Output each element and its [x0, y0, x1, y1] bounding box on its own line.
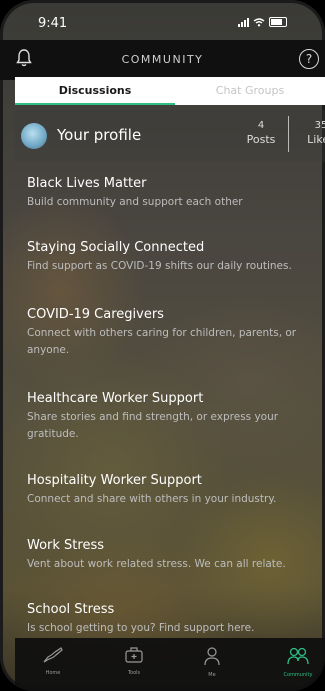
discussion-item-staying-socially-connected[interactable]: Staying Socially Connected Find support …	[27, 240, 317, 275]
nav-home-label: Home	[45, 670, 61, 676]
likes-stat: 35 Likes	[301, 120, 325, 146]
nav-me[interactable]: Me	[182, 646, 242, 678]
top-bar: COMMUNITY ?	[0, 40, 325, 80]
discussion-item-school-stress[interactable]: School Stress Is school getting to you? …	[27, 602, 317, 637]
discussion-description: Is school getting to you? Find support h…	[27, 622, 255, 634]
discussion-title: School Stress	[27, 602, 115, 617]
discussion-description: Vent about work related stress. We can a…	[27, 558, 286, 570]
page-title: COMMUNITY	[121, 53, 204, 66]
discussion-title: COVID-19 Caregivers	[27, 307, 164, 322]
nav-tools[interactable]: Tools	[104, 646, 164, 676]
tab-chat-groups[interactable]: Chat Groups	[175, 77, 325, 105]
phone-screen: 9:41 COMMUNITY ? Discussions Chat Groups…	[0, 0, 325, 691]
likes-count: 35	[314, 120, 325, 131]
signal-icon	[238, 17, 249, 27]
discussion-item-black-lives-matter[interactable]: Black Lives Matter Build community and s…	[27, 176, 317, 211]
discussion-title: Hospitality Worker Support	[27, 473, 202, 488]
tab-bar: Discussions Chat Groups	[15, 77, 325, 105]
tab-discussions[interactable]: Discussions	[15, 77, 175, 105]
bottom-nav: Home Tools Me Community	[15, 638, 325, 691]
status-time: 9:41	[38, 16, 68, 31]
discussion-item-work-stress[interactable]: Work Stress Vent about work related stre…	[27, 538, 317, 573]
stat-divider	[288, 116, 289, 152]
discussion-title: Black Lives Matter	[27, 176, 147, 191]
toolkit-icon	[125, 647, 143, 663]
status-bar: 9:41	[0, 0, 325, 40]
posts-count: 4	[257, 120, 265, 131]
discussion-description: Find support as COVID-19 shifts our dail…	[27, 260, 292, 272]
status-indicators	[238, 17, 287, 27]
discussion-description: Connect with others caring for children,…	[27, 327, 297, 356]
avatar	[21, 123, 47, 149]
discussion-description: Connect and share with others in your in…	[27, 493, 277, 505]
discussion-item-healthcare-worker-support[interactable]: Healthcare Worker Support Share stories …	[27, 391, 317, 443]
discussion-title: Staying Socially Connected	[27, 240, 205, 255]
help-icon[interactable]: ?	[299, 49, 319, 69]
community-icon	[287, 647, 309, 665]
person-icon	[204, 647, 220, 666]
profile-row[interactable]: Your profile 4 Posts 35 Likes	[15, 110, 325, 162]
likes-label: Likes	[307, 133, 325, 146]
nav-home[interactable]: Home	[23, 646, 83, 676]
discussion-title: Work Stress	[27, 538, 105, 553]
nav-community-label: Community	[283, 672, 313, 678]
nav-community[interactable]: Community	[268, 646, 325, 678]
nav-me-label: Me	[208, 672, 216, 678]
wifi-icon	[253, 17, 265, 26]
discussion-description: Share stories and find strength, or expr…	[27, 411, 279, 440]
home-icon	[43, 647, 63, 663]
discussion-item-hospitality-worker-support[interactable]: Hospitality Worker Support Connect and s…	[27, 473, 317, 508]
profile-label: Your profile	[57, 126, 142, 144]
posts-label: Posts	[246, 133, 276, 146]
discussion-title: Healthcare Worker Support	[27, 391, 204, 406]
discussion-description: Build community and support each other	[27, 196, 243, 208]
posts-stat: 4 Posts	[241, 120, 281, 146]
battery-icon	[269, 17, 287, 27]
nav-tools-label: Tools	[127, 670, 141, 676]
discussion-item-covid-caregivers[interactable]: COVID-19 Caregivers Connect with others …	[27, 307, 317, 359]
